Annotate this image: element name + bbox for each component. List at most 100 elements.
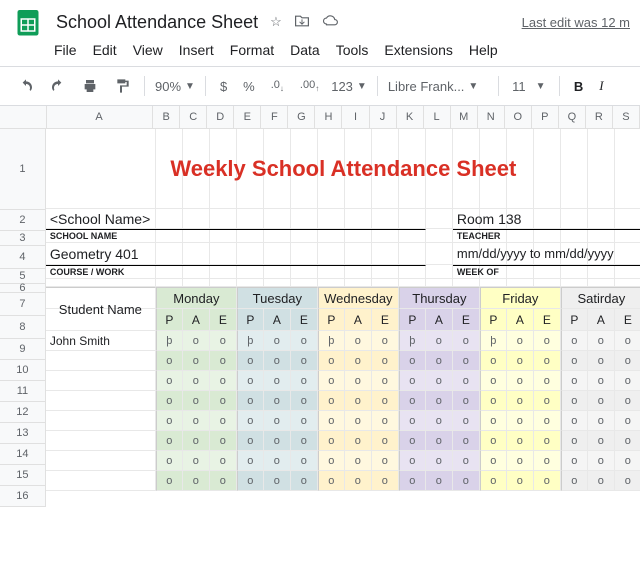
cell[interactable] bbox=[46, 279, 156, 287]
mark-cell[interactable]: o bbox=[399, 411, 426, 431]
mark-cell[interactable]: o bbox=[291, 371, 318, 391]
mark-cell[interactable]: þ bbox=[318, 331, 345, 351]
mark-cell[interactable]: o bbox=[507, 471, 534, 491]
mark-cell[interactable]: o bbox=[561, 331, 588, 351]
mark-cell[interactable]: o bbox=[426, 351, 453, 371]
mark-cell[interactable]: o bbox=[480, 431, 507, 451]
pae-header[interactable]: E bbox=[453, 309, 480, 331]
mark-cell[interactable]: o bbox=[183, 471, 210, 491]
mark-cell[interactable]: o bbox=[210, 331, 237, 351]
mark-cell[interactable]: o bbox=[453, 391, 480, 411]
menu-tools[interactable]: Tools bbox=[328, 38, 377, 62]
cell[interactable] bbox=[426, 279, 453, 287]
mark-cell[interactable]: o bbox=[237, 471, 264, 491]
col-header[interactable]: L bbox=[424, 106, 451, 129]
mark-cell[interactable]: o bbox=[318, 471, 345, 491]
row-header[interactable]: 9 bbox=[0, 339, 46, 360]
mark-cell[interactable]: o bbox=[453, 351, 480, 371]
mark-cell[interactable]: o bbox=[318, 431, 345, 451]
paint-format-icon[interactable] bbox=[106, 74, 138, 98]
sheets-logo[interactable] bbox=[10, 4, 46, 40]
pae-header[interactable]: P bbox=[156, 309, 183, 331]
mark-cell[interactable]: o bbox=[237, 391, 264, 411]
pae-header[interactable]: A bbox=[426, 309, 453, 331]
mark-cell[interactable]: o bbox=[426, 331, 453, 351]
menu-file[interactable]: File bbox=[46, 38, 85, 62]
mark-cell[interactable]: o bbox=[291, 351, 318, 371]
week[interactable]: mm/dd/yyyy to mm/dd/yyyy bbox=[453, 243, 640, 265]
col-header[interactable]: E bbox=[234, 106, 261, 129]
cell[interactable] bbox=[507, 279, 534, 287]
mark-cell[interactable]: o bbox=[507, 371, 534, 391]
row-header[interactable]: 15 bbox=[0, 465, 46, 486]
row-header[interactable]: 6 bbox=[0, 284, 46, 293]
pae-header[interactable]: P bbox=[237, 309, 264, 331]
mark-cell[interactable]: o bbox=[237, 351, 264, 371]
mark-cell[interactable]: o bbox=[507, 451, 534, 471]
mark-cell[interactable]: o bbox=[561, 471, 588, 491]
col-header[interactable]: K bbox=[397, 106, 424, 129]
student-cell[interactable] bbox=[46, 471, 156, 491]
mark-cell[interactable]: o bbox=[345, 351, 372, 371]
pae-header[interactable]: E bbox=[615, 309, 640, 331]
mark-cell[interactable]: o bbox=[507, 431, 534, 451]
mark-cell[interactable]: o bbox=[426, 451, 453, 471]
menu-data[interactable]: Data bbox=[282, 38, 328, 62]
cell[interactable] bbox=[480, 279, 507, 287]
cloud-icon[interactable] bbox=[322, 14, 340, 31]
pae-header[interactable]: A bbox=[183, 309, 210, 331]
mark-cell[interactable]: o bbox=[561, 371, 588, 391]
print-icon[interactable] bbox=[74, 74, 106, 98]
mark-cell[interactable]: o bbox=[588, 351, 615, 371]
mark-cell[interactable]: o bbox=[264, 431, 291, 451]
mark-cell[interactable]: o bbox=[588, 451, 615, 471]
cell[interactable] bbox=[318, 279, 345, 287]
mark-cell[interactable]: o bbox=[210, 411, 237, 431]
mark-cell[interactable]: o bbox=[264, 371, 291, 391]
col-header[interactable]: S bbox=[613, 106, 640, 129]
mark-cell[interactable]: o bbox=[237, 451, 264, 471]
mark-cell[interactable]: o bbox=[345, 411, 372, 431]
mark-cell[interactable]: o bbox=[561, 391, 588, 411]
mark-cell[interactable]: o bbox=[264, 411, 291, 431]
mark-cell[interactable]: o bbox=[453, 471, 480, 491]
move-icon[interactable] bbox=[294, 14, 310, 31]
mark-cell[interactable]: þ bbox=[480, 331, 507, 351]
day-header[interactable]: Wednesday bbox=[318, 287, 399, 309]
pae-header[interactable]: E bbox=[210, 309, 237, 331]
mark-cell[interactable]: o bbox=[210, 371, 237, 391]
mark-cell[interactable]: o bbox=[480, 411, 507, 431]
mark-cell[interactable]: o bbox=[534, 331, 561, 351]
format-number-selector[interactable]: 123▼ bbox=[327, 77, 371, 96]
course[interactable]: Geometry 401 bbox=[46, 243, 426, 265]
student-cell[interactable]: John Smith bbox=[46, 331, 156, 351]
italic-button[interactable]: I bbox=[591, 74, 611, 98]
mark-cell[interactable]: o bbox=[399, 391, 426, 411]
mark-cell[interactable]: o bbox=[507, 331, 534, 351]
mark-cell[interactable]: o bbox=[588, 411, 615, 431]
mark-cell[interactable]: o bbox=[507, 391, 534, 411]
day-header[interactable]: Monday bbox=[156, 287, 237, 309]
mark-cell[interactable]: o bbox=[561, 451, 588, 471]
mark-cell[interactable]: o bbox=[399, 431, 426, 451]
mark-cell[interactable]: o bbox=[210, 351, 237, 371]
row-header[interactable]: 12 bbox=[0, 402, 46, 423]
mark-cell[interactable]: o bbox=[588, 471, 615, 491]
student-cell[interactable] bbox=[46, 411, 156, 431]
mark-cell[interactable]: o bbox=[615, 391, 640, 411]
mark-cell[interactable]: o bbox=[156, 451, 183, 471]
mark-cell[interactable]: o bbox=[372, 351, 399, 371]
col-header[interactable]: H bbox=[315, 106, 342, 129]
mark-cell[interactable]: o bbox=[615, 371, 640, 391]
cell[interactable] bbox=[156, 279, 183, 287]
mark-cell[interactable]: o bbox=[426, 431, 453, 451]
mark-cell[interactable]: o bbox=[237, 431, 264, 451]
doc-title[interactable]: School Attendance Sheet bbox=[50, 10, 264, 35]
mark-cell[interactable]: o bbox=[291, 411, 318, 431]
row-header[interactable]: 13 bbox=[0, 423, 46, 444]
mark-cell[interactable]: o bbox=[210, 431, 237, 451]
mark-cell[interactable]: o bbox=[453, 371, 480, 391]
row-header[interactable]: 2 bbox=[0, 210, 46, 231]
row-header[interactable]: 8 bbox=[0, 316, 46, 339]
cell[interactable] bbox=[399, 279, 426, 287]
